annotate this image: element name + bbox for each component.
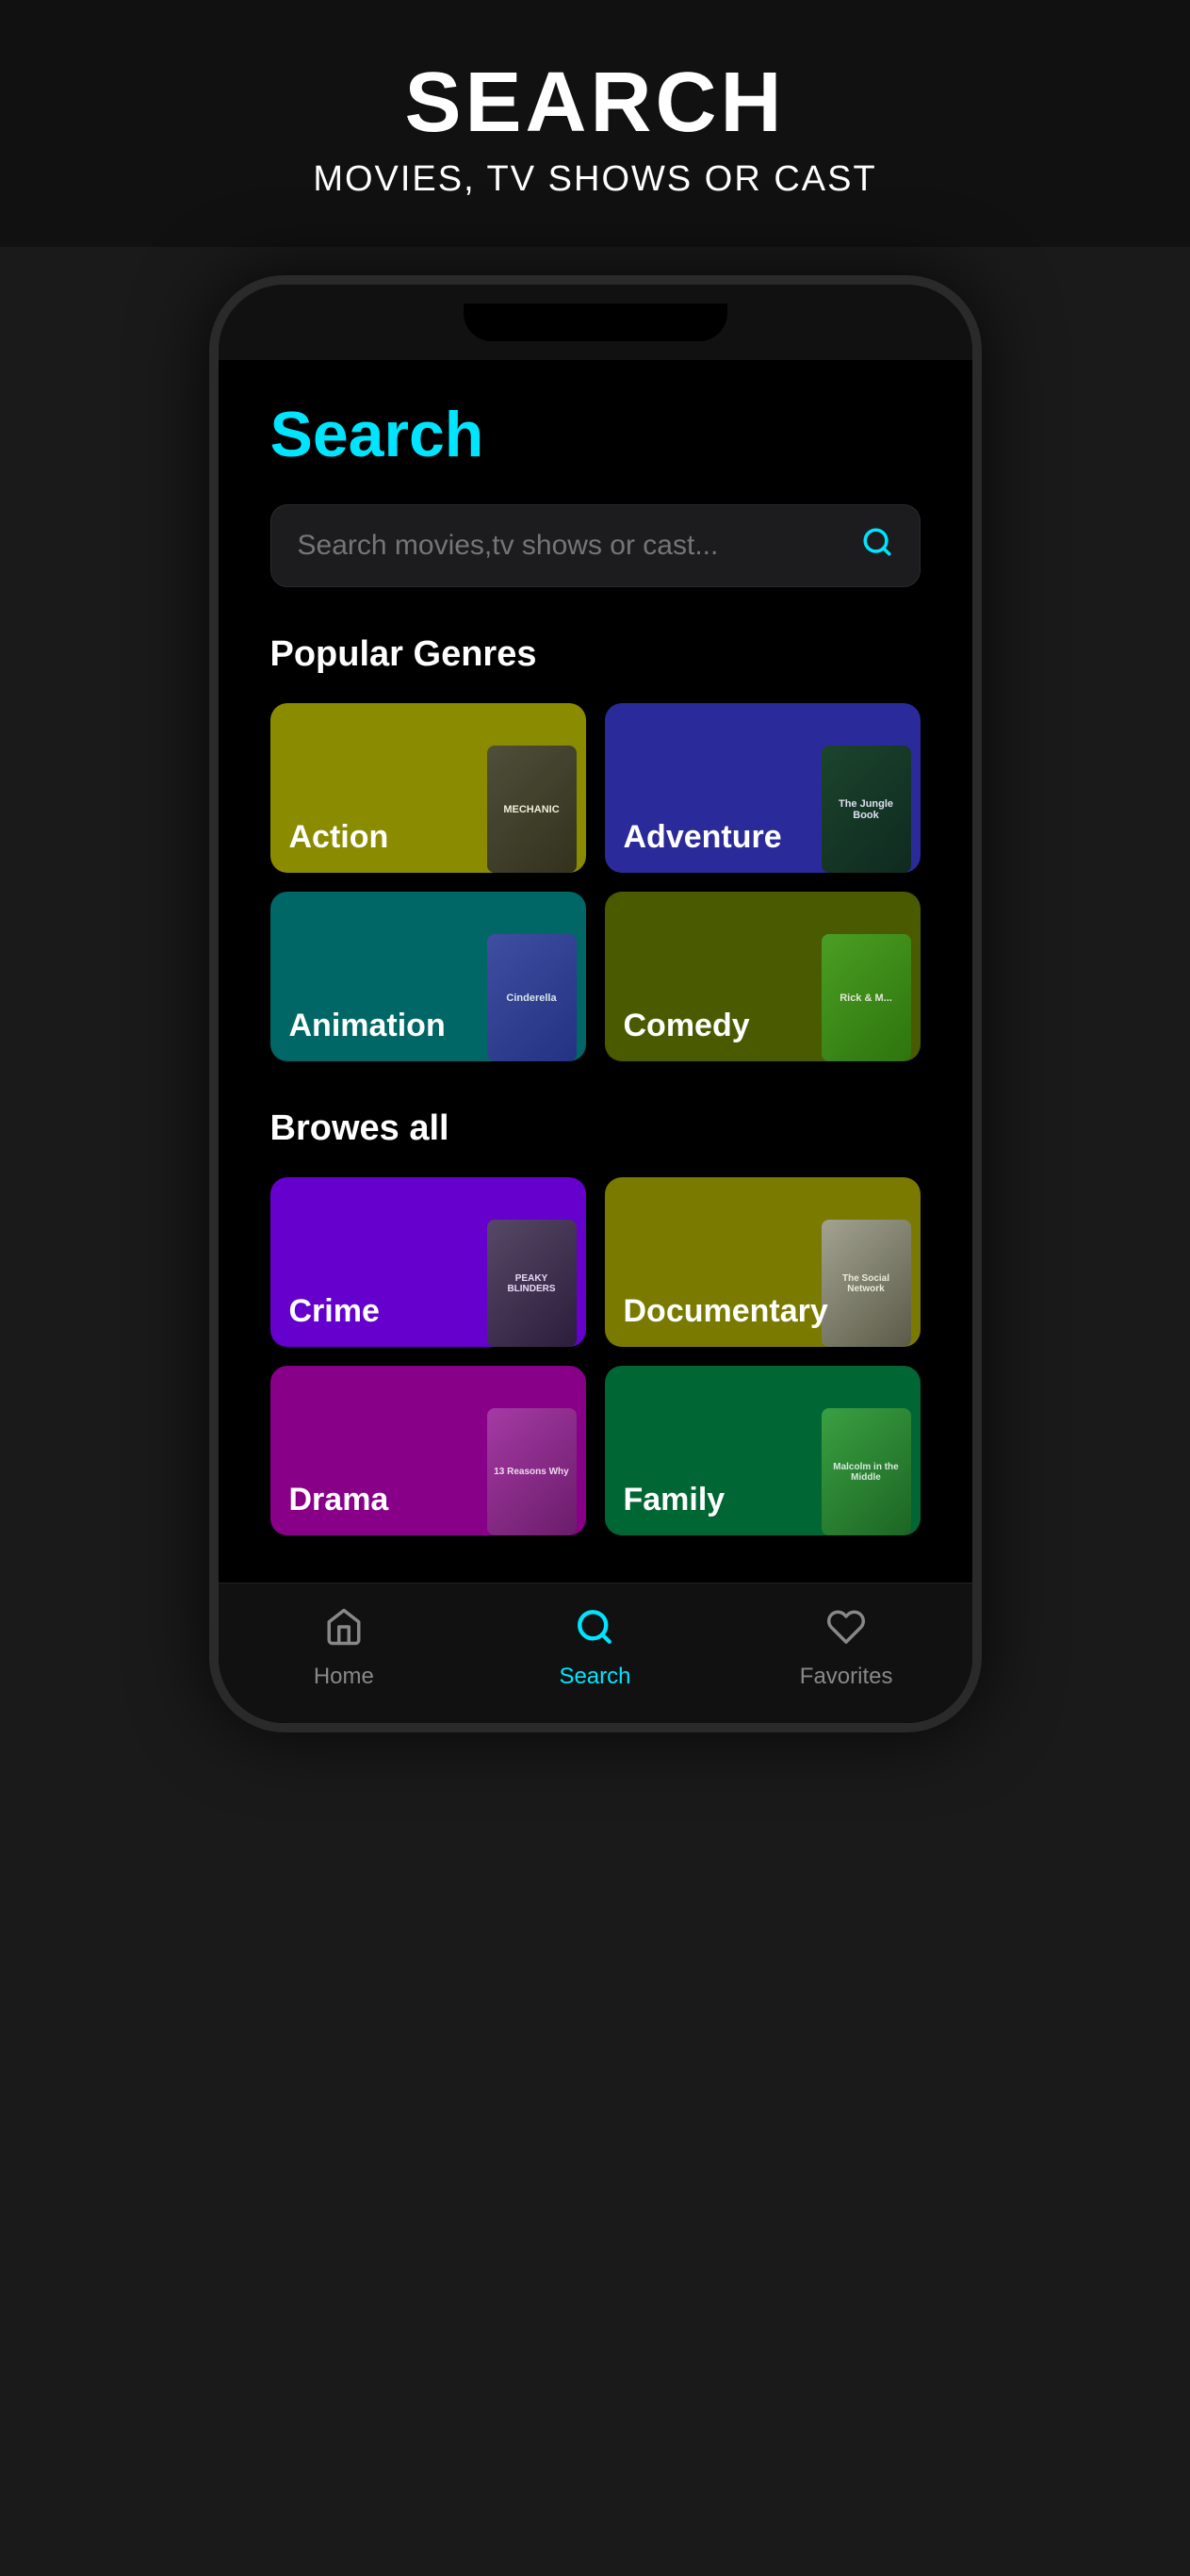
main-subtitle: MOVIES, TV SHOWS OR CAST	[38, 159, 1152, 200]
popular-genres-grid: Action MECHANIC Adventure The Jungle Boo…	[270, 703, 921, 1061]
search-page-title: Search	[270, 398, 921, 471]
notch	[464, 304, 727, 341]
search-bar-container[interactable]	[270, 504, 921, 587]
notch-area	[219, 285, 972, 360]
genre-poster-animation: Cinderella	[487, 934, 577, 1061]
genre-poster-comedy: Rick & M...	[822, 934, 911, 1061]
search-input[interactable]	[298, 530, 861, 562]
bottom-nav: Home Search Favorites	[219, 1583, 972, 1723]
genre-poster-documentary: The Social Network	[822, 1220, 911, 1347]
top-header: SEARCH MOVIES, TV SHOWS OR CAST	[0, 0, 1190, 247]
power-button	[978, 492, 982, 577]
genre-label-family: Family	[624, 1482, 725, 1518]
volume-up-button	[209, 454, 213, 511]
home-icon	[324, 1607, 364, 1656]
genre-poster-family: Malcolm in the Middle	[822, 1408, 911, 1535]
nav-item-home[interactable]: Home	[287, 1607, 400, 1690]
search-nav-icon	[575, 1607, 614, 1656]
genre-card-animation[interactable]: Animation Cinderella	[270, 892, 586, 1061]
genre-poster-action: MECHANIC	[487, 746, 577, 873]
genre-card-adventure[interactable]: Adventure The Jungle Book	[605, 703, 921, 873]
genre-card-crime[interactable]: Crime PEAKY BLINDERS	[270, 1177, 586, 1347]
phone-frame: Search Popular Genres Action MECHANIC	[209, 275, 982, 1732]
genre-card-comedy[interactable]: Comedy Rick & M...	[605, 892, 921, 1061]
genre-poster-crime: PEAKY BLINDERS	[487, 1220, 577, 1347]
browse-all-grid: Crime PEAKY BLINDERS Documentary The Soc…	[270, 1177, 921, 1535]
search-icon[interactable]	[861, 526, 893, 566]
side-buttons-left	[209, 454, 213, 584]
genre-card-documentary[interactable]: Documentary The Social Network	[605, 1177, 921, 1347]
nav-item-favorites[interactable]: Favorites	[790, 1607, 903, 1690]
genre-label-comedy: Comedy	[624, 1008, 750, 1044]
browse-all-title: Browes all	[270, 1108, 921, 1149]
genre-poster-adventure: The Jungle Book	[822, 746, 911, 873]
nav-label-search: Search	[559, 1664, 630, 1690]
genre-card-action[interactable]: Action MECHANIC	[270, 703, 586, 873]
screen-content: Search Popular Genres Action MECHANIC	[219, 360, 972, 1535]
volume-down-button	[209, 528, 213, 584]
heart-icon	[826, 1607, 866, 1656]
popular-genres-title: Popular Genres	[270, 634, 921, 675]
genre-label-documentary: Documentary	[624, 1293, 828, 1330]
phone-screen: Search Popular Genres Action MECHANIC	[219, 360, 972, 1723]
genre-label-action: Action	[289, 819, 389, 856]
genre-poster-drama: 13 Reasons Why	[487, 1408, 577, 1535]
genre-card-drama[interactable]: Drama 13 Reasons Why	[270, 1366, 586, 1535]
nav-label-favorites: Favorites	[800, 1664, 893, 1690]
main-title: SEARCH	[38, 57, 1152, 150]
genre-label-crime: Crime	[289, 1293, 380, 1330]
nav-item-search[interactable]: Search	[538, 1607, 651, 1690]
genre-card-family[interactable]: Family Malcolm in the Middle	[605, 1366, 921, 1535]
genre-label-drama: Drama	[289, 1482, 389, 1518]
genre-label-animation: Animation	[289, 1008, 446, 1044]
nav-label-home: Home	[314, 1664, 374, 1690]
genre-label-adventure: Adventure	[624, 819, 782, 856]
